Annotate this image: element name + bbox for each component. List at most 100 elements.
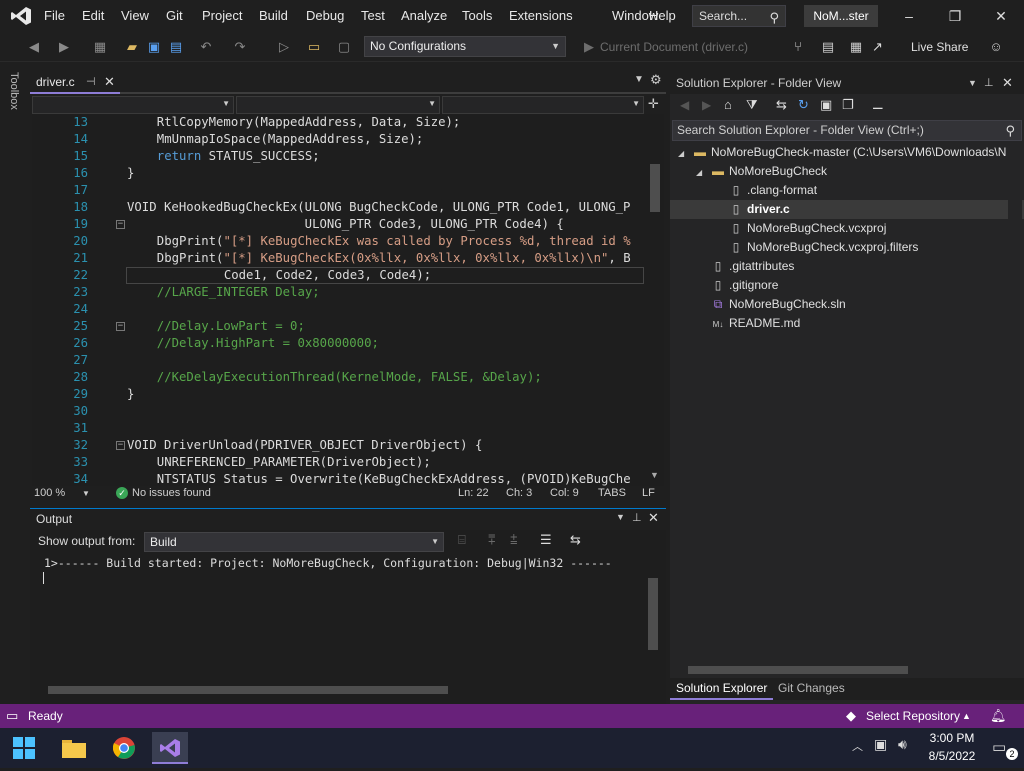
network-icon[interactable]: ▣ <box>874 736 887 753</box>
close-panel-icon[interactable]: ✕ <box>648 510 659 526</box>
notifications-bell-icon[interactable]: 🔔︎ <box>990 704 1007 728</box>
code-line[interactable]: VOID KeHookedBugCheckEx(ULONG BugCheckCo… <box>127 199 630 216</box>
tree-horizontal-scrollbar[interactable] <box>676 664 1012 676</box>
solution-explorer-search[interactable]: Search Solution Explorer - Folder View (… <box>672 120 1022 141</box>
back-icon[interactable]: ◀ <box>680 98 689 112</box>
fold-toggle-icon[interactable]: − <box>116 441 125 450</box>
undo-icon[interactable]: ↶ <box>196 37 216 57</box>
tab-git-changes[interactable]: Git Changes <box>772 678 851 700</box>
chevron-down-icon[interactable]: ▼ <box>968 72 977 94</box>
toolbox-tab[interactable]: Toolbox <box>8 72 20 110</box>
code-line[interactable]: VOID DriverUnload(PDRIVER_OBJECT DriverO… <box>127 437 482 454</box>
close-panel-icon[interactable]: ✕ <box>1002 72 1013 94</box>
scrollbar-thumb[interactable] <box>48 686 448 694</box>
menu-item-extensions[interactable]: Extensions <box>509 0 573 32</box>
menu-item-help[interactable]: Help <box>649 0 676 32</box>
notifications-icon[interactable]: ▭ <box>992 738 1006 756</box>
start-document-button[interactable]: Current Document (driver.c) <box>600 32 748 62</box>
tree-item[interactable]: ◢ ▬ NoMoreBugCheck <box>696 162 827 181</box>
find-message-icon[interactable]: ⌸ <box>458 532 466 548</box>
configuration-dropdown[interactable]: No Configurations ▼ <box>364 36 566 57</box>
scrollbar-thumb[interactable] <box>648 578 658 650</box>
tree-item[interactable]: ▯ NoMoreBugCheck.vcxproj <box>714 219 887 238</box>
clock-date[interactable]: 8/5/2022 <box>924 749 980 763</box>
forward-icon[interactable]: ▶ <box>54 37 74 57</box>
visual-studio-taskbar-icon[interactable] <box>152 732 188 764</box>
menu-item-analyze[interactable]: Analyze <box>401 0 447 32</box>
git-branch-icon[interactable]: ⑂ <box>788 37 808 57</box>
pin-icon[interactable]: ⊣ <box>86 72 96 92</box>
tree-vertical-scrollbar[interactable] <box>1008 142 1022 662</box>
line-ending-indicator[interactable]: LF <box>642 486 655 501</box>
tree-item[interactable]: ▯ .gitattributes <box>696 257 795 276</box>
tab-driver-c[interactable]: driver.c ⊣ ✕ <box>30 72 120 94</box>
close-window-button[interactable]: ✕ <box>978 0 1024 32</box>
menu-item-project[interactable]: Project <box>202 0 242 32</box>
editor-vertical-scrollbar[interactable] <box>646 114 664 486</box>
collapse-all-icon[interactable]: ▣ <box>820 97 832 113</box>
fold-toggle-icon[interactable]: − <box>116 322 125 331</box>
project-dropdown[interactable]: ▼ <box>32 96 234 114</box>
output-horizontal-scrollbar[interactable] <box>36 684 642 696</box>
code-line[interactable]: } <box>127 165 134 182</box>
select-repository-button[interactable]: Select Repository <box>866 704 960 728</box>
chevron-down-icon[interactable]: ▼ <box>82 486 90 501</box>
code-line[interactable]: //Delay.LowPart = 0; <box>157 318 305 335</box>
split-editor-icon[interactable]: ✛ <box>648 96 659 112</box>
prev-message-icon[interactable]: ⩱ <box>488 532 496 548</box>
file-explorer-icon[interactable] <box>56 732 92 764</box>
fold-toggle-icon[interactable]: − <box>116 220 125 229</box>
tree-item[interactable]: ▯ driver.c <box>714 200 790 219</box>
menu-item-test[interactable]: Test <box>361 0 385 32</box>
code-line[interactable]: UNREFERENCED_PARAMETER(DriverObject); <box>157 454 431 471</box>
git-diamond-icon[interactable]: ◆ <box>846 704 856 728</box>
output-window-icon[interactable]: ▭ <box>6 704 18 728</box>
char-indicator[interactable]: Ch: 3 <box>506 486 532 501</box>
member-dropdown[interactable]: ▼ <box>442 96 644 114</box>
switch-views-icon[interactable]: ⧩ <box>746 97 758 113</box>
code-line[interactable]: ULONG_PTR Code3, ULONG_PTR Code4) { <box>127 216 564 233</box>
code-line[interactable]: DbgPrint("[*] KeBugCheckEx was called by… <box>157 233 631 250</box>
issues-status[interactable]: No issues found <box>132 486 211 501</box>
menu-item-view[interactable]: View <box>121 0 149 32</box>
redo-icon[interactable]: ↷ <box>230 37 250 57</box>
pin-icon[interactable]: ⊥ <box>632 511 642 524</box>
menu-item-git[interactable]: Git <box>166 0 183 32</box>
scrollbar-thumb[interactable] <box>650 164 660 212</box>
save-icon[interactable]: ▣ <box>144 37 164 57</box>
code-editor[interactable]: 13 RtlCopyMemory(MappedAddress, Data, Siz… <box>32 114 646 486</box>
live-share-button[interactable]: Live Share <box>911 32 968 62</box>
tree-item[interactable]: ◢ ▬ NoMoreBugCheck-master (C:\Users\VM6\Do… <box>678 143 1006 162</box>
run-icon[interactable]: ▷ <box>274 37 294 57</box>
scroll-down-arrow-icon[interactable]: ▼ <box>650 470 659 480</box>
code-line[interactable]: DbgPrint("[*] KeBugCheckEx(0x%llx, 0x%ll… <box>157 250 631 267</box>
back-icon[interactable]: ◀ <box>24 37 44 57</box>
home-icon[interactable]: ⌂ <box>724 97 732 112</box>
new-project-icon[interactable]: ▦ <box>90 37 110 57</box>
tree-item[interactable]: M↓ README.md <box>696 314 801 333</box>
expander-icon[interactable]: ◢ <box>696 163 710 182</box>
chevron-down-icon[interactable]: ▼ <box>616 512 625 522</box>
forward-icon[interactable]: ▶ <box>702 98 711 112</box>
tree-item[interactable]: ▯ NoMoreBugCheck.vcxproj.filters <box>714 238 919 257</box>
refresh-icon[interactable]: ↻ <box>798 97 809 113</box>
next-message-icon[interactable]: ⩲ <box>510 532 518 548</box>
menu-item-edit[interactable]: Edit <box>82 0 104 32</box>
play-icon[interactable]: ▶ <box>584 32 594 62</box>
tab-solution-explorer[interactable]: Solution Explorer <box>670 678 774 700</box>
maximize-button[interactable]: ❐ <box>932 0 978 32</box>
code-line[interactable]: return STATUS_SUCCESS; <box>157 148 320 165</box>
menu-item-tools[interactable]: Tools <box>462 0 492 32</box>
output-text[interactable]: 1>------ Build started: Project: NoMoreB… <box>44 556 612 570</box>
zoom-level[interactable]: 100 % <box>34 486 65 501</box>
code-line[interactable]: RtlCopyMemory(MappedAddress, Data, Size)… <box>157 114 461 131</box>
column-indicator[interactable]: Col: 9 <box>550 486 579 501</box>
clear-all-icon[interactable]: ☰ <box>540 532 552 548</box>
tree-item[interactable]: ▯ .clang-format <box>714 181 817 200</box>
clock-time[interactable]: 3:00 PM <box>924 731 980 745</box>
scope-dropdown[interactable]: ▼ <box>236 96 440 114</box>
volume-icon[interactable]: 🔊︎ <box>898 736 907 753</box>
save-all-icon[interactable]: ▤ <box>166 37 186 57</box>
window-layout-icon[interactable]: ▢ <box>334 37 354 57</box>
windows-start-icon[interactable] <box>6 732 42 764</box>
